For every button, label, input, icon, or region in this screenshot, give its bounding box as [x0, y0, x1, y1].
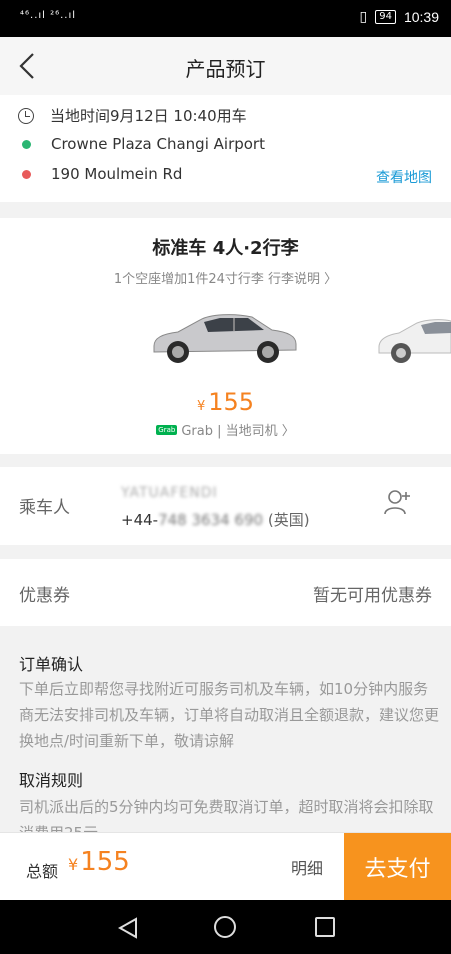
coupon-row[interactable]: 优惠券 暂无可用优惠券 — [0, 559, 451, 626]
nav-back-icon[interactable] — [118, 917, 138, 939]
dropoff-dot-icon — [22, 169, 31, 179]
passenger-phone: +44-748 3634 690 (英国) — [121, 509, 310, 530]
price-detail-link[interactable]: 明细 — [291, 855, 323, 879]
order-confirm-text: 下单后立即帮您寻找附近可服务司机及车辆，如10分钟内服务商无法安排司机及车辆，订… — [19, 680, 440, 750]
pay-button[interactable]: 去支付 — [344, 833, 451, 901]
luxury-car-image — [378, 319, 451, 363]
provider-label: Grab | 当地司机 〉 — [181, 424, 295, 439]
order-confirm-title: 订单确认 — [19, 655, 84, 674]
cancel-rules-title: 取消规则 — [19, 771, 84, 790]
phone-number-hidden: 748 3634 690 — [158, 511, 264, 529]
checkout-bar: 总额 ¥155 明细 去支付 — [0, 832, 451, 901]
passenger-row[interactable]: 乘车人 YATUAFENDI +44-748 3634 690 (英国) — [0, 467, 451, 545]
vehicle-price: ¥155 — [0, 388, 451, 416]
total-amount: ¥155 — [68, 847, 130, 877]
system-nav-bar — [0, 900, 451, 954]
status-right: ▯ 94 10:39 — [360, 9, 440, 25]
sedan-car-image — [153, 314, 297, 363]
order-notes: 订单确认 下单后立即帮您寻找附近可服务司机及车辆，如10分钟内服务商无法安排司机… — [0, 627, 451, 837]
nav-recents-icon[interactable] — [315, 917, 335, 937]
page-title: 产品预订 — [185, 57, 266, 81]
signal-indicators: ⁴⁶..ıl ²⁶..ıl — [20, 10, 77, 21]
vehicle-title: 标准车 4人·2行李 — [152, 238, 299, 259]
pickup-time-row: 当地时间9月12日 10:40用车 — [18, 105, 247, 126]
pickup-dot-icon — [22, 139, 31, 149]
passenger-label: 乘车人 — [19, 498, 70, 518]
dropoff-location-row: 190 Moulmein Rd — [18, 165, 182, 183]
coupon-label: 优惠券 — [19, 586, 70, 606]
grab-logo-icon: Grab — [156, 424, 178, 435]
total-currency: ¥ — [68, 855, 79, 874]
total-label: 总额 — [26, 862, 59, 881]
passenger-name: YATUAFENDI — [121, 485, 218, 501]
vibrate-icon: ▯ — [359, 9, 368, 25]
battery-icon: 94 — [375, 10, 396, 24]
vehicle-card[interactable]: 标准车 4人·2行李 1个空座增加1件24寸行李 行李说明 〉 ¥155 Gra… — [0, 218, 451, 454]
currency-symbol: ¥ — [196, 399, 206, 414]
price-amount: 155 — [208, 388, 255, 416]
app-header: 产品预订 — [0, 37, 451, 95]
cancel-rules-text: 司机派出后的5分钟内均可免费取消订单，超时取消将会扣除取消费用25元 — [19, 798, 434, 837]
clock-icon — [18, 107, 34, 124]
total-value: 155 — [80, 847, 130, 877]
phone-prefix: +44- — [121, 511, 159, 529]
pickup-time: 当地时间9月12日 10:40用车 — [50, 107, 247, 125]
pickup-location: Crowne Plaza Changi Airport — [51, 135, 265, 153]
status-bar: ⁴⁶..ıl ²⁶..ıl ▯ 94 10:39 — [0, 0, 451, 37]
clock-time: 10:39 — [403, 9, 439, 25]
nav-home-icon[interactable] — [214, 916, 236, 938]
add-passenger-icon[interactable] — [384, 489, 412, 515]
coupon-value: 暂无可用优惠券 — [313, 586, 432, 606]
view-map-link[interactable]: 查看地图 — [376, 167, 432, 187]
trip-info-card: 当地时间9月12日 10:40用车 Crowne Plaza Changi Ai… — [0, 95, 451, 202]
phone-country: (英国) — [267, 511, 310, 529]
dropoff-location: 190 Moulmein Rd — [51, 165, 183, 183]
pickup-location-row: Crowne Plaza Changi Airport — [18, 135, 265, 153]
luggage-note[interactable]: 1个空座增加1件24寸行李 行李说明 〉 — [0, 268, 451, 287]
provider-info[interactable]: Grab Grab | 当地司机 〉 — [0, 420, 451, 439]
